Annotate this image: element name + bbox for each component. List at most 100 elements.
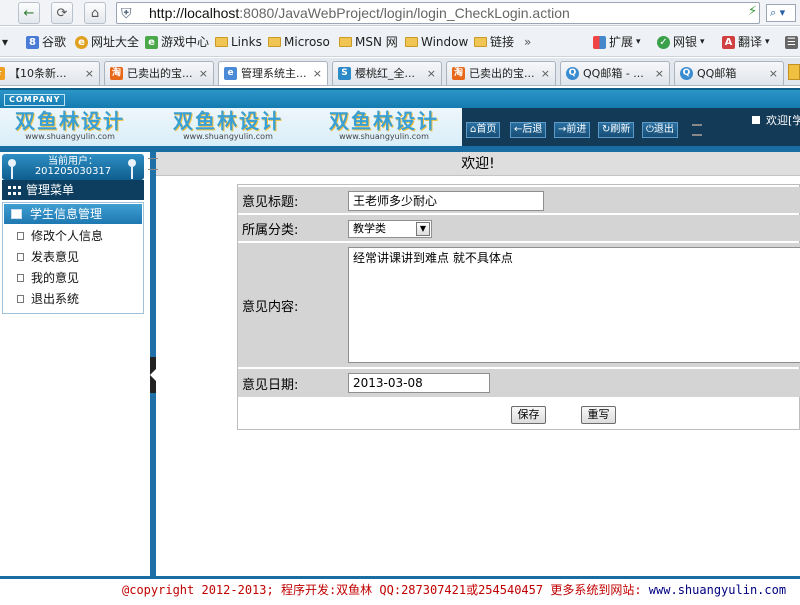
browser-tab[interactable]: S 樱桃红_全... × [332,61,442,85]
tab-close-icon[interactable]: × [541,62,550,85]
collapse-sidebar-handle[interactable] [150,357,156,393]
menu-item-edit-profile[interactable]: 修改个人信息 [3,226,141,246]
folder-icon [339,37,352,47]
taobao-icon: 淘 [452,67,465,80]
browser-tab[interactable]: 淘已卖出的宝... × [446,61,556,85]
game-icon: e [145,35,158,49]
site-logo: 双鱼林设计 www.shuangyulin.com [15,109,125,141]
browser-tab[interactable]: Q QQ邮箱 × [674,61,784,85]
tab-close-icon[interactable]: × [427,62,436,85]
browser-address-bar: ← ⟳ ⌂ ⛨ http://localhost:8080/JavaWebPro… [0,0,800,26]
content-label: 意见内容: [238,243,348,367]
pin-icon [8,159,16,179]
category-label: 所属分类: [238,215,348,241]
collapse-arrow-icon [150,369,156,381]
menu-item-post-opinion[interactable]: 发表意见 [3,247,141,267]
logout-button[interactable]: ⏻退出 [642,122,678,138]
power-icon: ⏻ [646,124,654,135]
content-textarea[interactable]: 经常讲课讲到难点 就不具体点 [348,247,800,363]
shield-check-icon: ✓ [657,35,670,49]
back-icon[interactable]: ← [18,2,40,24]
document-icon [17,253,24,261]
bookmark-google[interactable]: 8 谷歌 [26,33,66,51]
new-tab-icon[interactable] [788,64,800,80]
document-icon [17,295,24,303]
site-link[interactable]: www.shuangyulin.com [649,583,786,597]
translate-button[interactable]: A 翻译 ▾ [722,33,770,51]
extensions-button[interactable]: 扩展 ▾ [593,33,641,51]
tab-close-icon[interactable]: × [769,62,778,85]
folder-icon [268,37,281,47]
translate-icon: A [722,35,735,49]
company-badge: COMPANY [4,94,66,106]
grip-icon [692,124,702,136]
bookmark-microsoft[interactable]: Microso [268,33,330,51]
copyright-text: @copyright 2012-2013; 程序开发:双鱼林 QQ:287307… [122,583,649,597]
browser-tab[interactable]: ★【10条新...× [0,61,100,85]
site-logo: 双鱼林设计 www.shuangyulin.com [329,109,439,141]
chevron-down-icon[interactable]: ▼ [416,222,430,236]
current-user-id: 201205030317 [34,166,112,177]
section-icon [11,209,22,219]
browser-tab[interactable]: 淘已卖出的宝... × [104,61,214,85]
qq-mail-icon: Q [566,67,579,80]
refresh-button[interactable]: ↻刷新 [598,122,635,138]
bookmark-menu-icon[interactable]: ▾ [2,33,8,51]
tab-strip: ★【10条新...× 淘已卖出的宝...× e管理系统主...× S樱桃红_全.… [0,58,800,86]
bookmark-links-cn[interactable]: 链接 [474,33,514,51]
pin-icon [128,159,136,179]
bookmark-windows[interactable]: Window [405,33,468,51]
back-button[interactable]: ←后退 [510,122,547,138]
menu-item-logout[interactable]: 退出系统 [3,289,141,309]
sidebar: 当前用户： 201205030317 管理菜单 学生信息管理 修改个人信息 发表… [0,152,150,577]
home-icon[interactable]: ⌂ [84,2,106,24]
grid-icon [593,35,606,49]
page-title: 欢迎! [461,156,495,172]
ebank-button[interactable]: ✓ 网银 ▾ [657,33,705,51]
category-select[interactable]: 教学类 ▼ [348,220,432,238]
document-icon [17,274,24,282]
reset-button[interactable]: 重写 [581,406,616,424]
url-host: http://localhost [149,5,240,21]
save-button[interactable]: 保存 [511,406,546,424]
bookmark-more-button[interactable]: » [524,33,531,51]
bookmark-games[interactable]: e 游戏中心 [145,33,209,51]
bookmark-msn[interactable]: MSN 网 [339,33,398,51]
more-tools-icon[interactable]: ☰ [785,33,798,51]
tab-close-icon[interactable]: × [85,62,94,85]
menu-panel: 学生信息管理 修改个人信息 发表意见 我的意见 退出系统 [2,202,144,314]
lightning-icon[interactable]: ⚡ [748,4,757,19]
menu-grid-icon [8,186,21,195]
browser-tab-active[interactable]: e 管理系统主... × [218,61,328,85]
url-field[interactable]: ⛨ http://localhost:8080/JavaWebProject/l… [116,2,760,24]
site-logo: 双鱼林设计 www.shuangyulin.com [173,109,283,141]
forward-button[interactable]: →前进 [554,122,591,138]
taobao-icon: 淘 [110,67,123,80]
title-label: 意见标题: [238,187,348,213]
bookmark-links[interactable]: Links [215,33,262,51]
folder-icon [405,37,418,47]
menu-header: 管理菜单 [2,180,144,200]
date-label: 意见日期: [238,369,348,397]
qq-mail-icon: Q [680,67,693,80]
site-toolbar: ⌂首页 ←后退 →前进 ↻刷新 ⏻退出 欢迎[学 [462,108,800,146]
folder-icon [215,37,228,47]
site-topbar: COMPANY [0,88,800,108]
browser-tab[interactable]: Q QQ邮箱 - ... × [560,61,670,85]
menu-item-my-opinions[interactable]: 我的意见 [3,268,141,288]
home-button[interactable]: ⌂首页 [466,122,501,138]
tab-close-icon[interactable]: × [199,62,208,85]
title-input[interactable]: 王老师多少耐心 [348,191,544,211]
refresh-icon[interactable]: ⟳ [51,2,73,24]
menu-section-student[interactable]: 学生信息管理 [4,204,142,224]
grip-icon [148,158,158,170]
opinion-form: 意见标题: 王老师多少耐心 所属分类: 教学类 ▼ 意见内容: 经常讲课讲到难点… [237,184,800,430]
tab-close-icon[interactable]: × [655,62,664,85]
date-input[interactable]: 2013-03-08 [348,373,490,393]
site-banner: 双鱼林设计 www.shuangyulin.com 双鱼林设计 www.shuang… [0,108,462,146]
current-user-panel: 当前用户： 201205030317 [2,154,144,180]
shield-icon: ⛨ [121,5,132,21]
tab-close-icon[interactable]: × [313,62,322,85]
search-engine-button[interactable]: ⌕ ▾ [766,4,796,22]
bookmark-hao123[interactable]: e 网址大全 [75,33,139,51]
